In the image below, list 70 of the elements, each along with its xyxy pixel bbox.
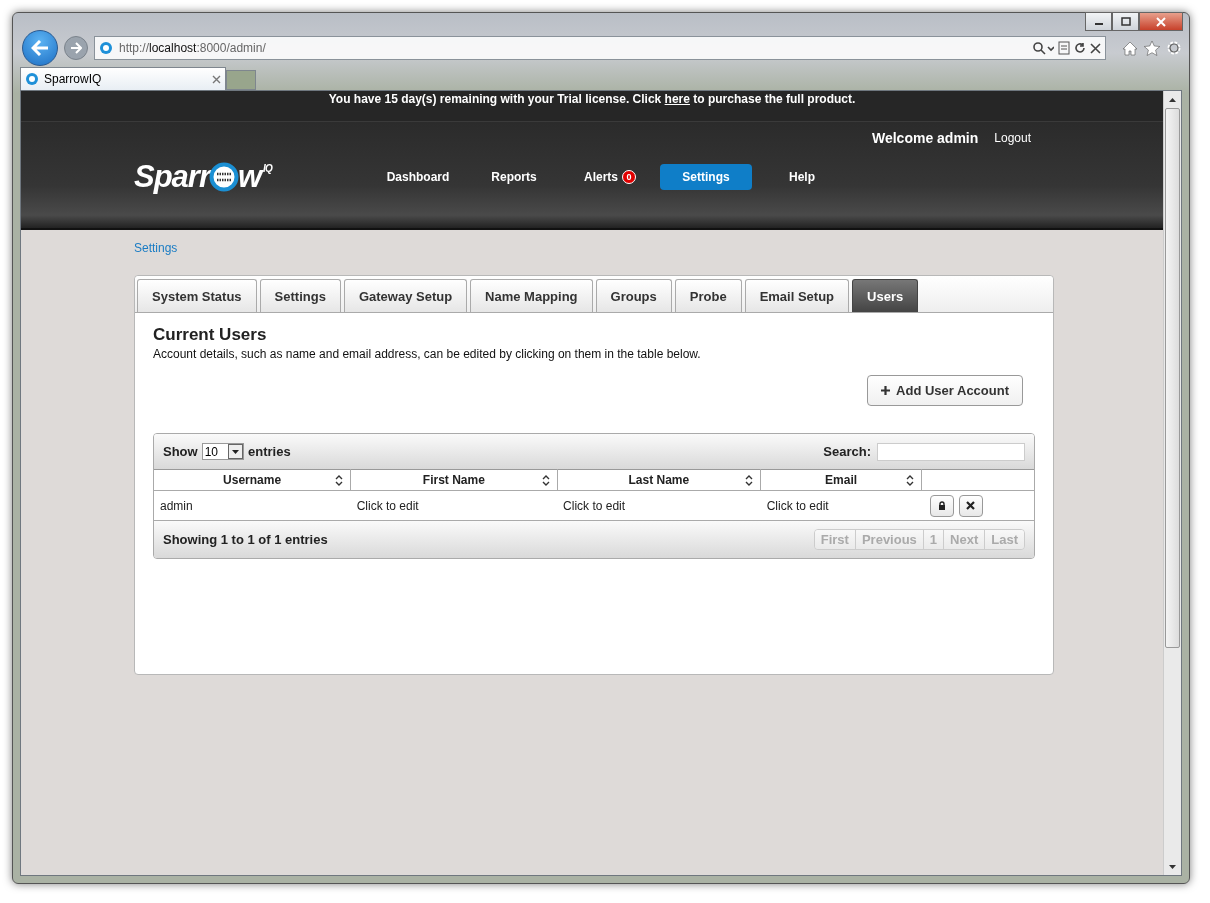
close-icon [966,501,975,510]
show-label: Show [163,444,198,459]
column-header[interactable]: First Name [350,469,558,491]
sort-icon [541,475,550,486]
forward-button[interactable] [64,36,88,60]
page-length-select[interactable]: 10 [201,443,245,460]
scrollbar[interactable] [1163,91,1181,875]
search-icon[interactable] [1032,41,1054,55]
star-icon[interactable] [1144,40,1160,56]
settings-tab[interactable]: Probe [674,279,742,312]
alert-count-badge: 0 [622,170,636,184]
site-icon [25,72,39,86]
settings-icon[interactable] [1166,40,1182,56]
logout-link[interactable]: Logout [994,131,1031,145]
scroll-up-icon[interactable] [1169,97,1176,102]
nav-link[interactable]: Help [756,164,848,190]
table-cell[interactable]: Click to edit [350,490,558,520]
settings-tab[interactable]: Settings [259,279,341,312]
nav-link[interactable]: Dashboard [372,164,464,190]
search-field[interactable] [877,442,1025,461]
settings-tab[interactable]: Gateway Setup [343,279,468,312]
maximize-button[interactable] [1112,12,1139,31]
browser-tab[interactable]: SparrowIQ [20,67,226,90]
scroll-down-icon[interactable] [1169,864,1176,869]
lock-icon [937,500,946,511]
delete-button[interactable] [958,494,983,517]
sort-icon [906,475,914,486]
welcome-text: Welcome admin [871,130,979,146]
nav-link[interactable]: Settings [660,164,752,190]
forward-arrow-icon [70,42,82,54]
section-title: Current Users [153,325,268,345]
sort-icon [745,475,754,486]
back-arrow-icon [31,40,49,56]
sort-icon [335,475,344,486]
close-button[interactable] [1139,12,1183,31]
address-bar[interactable]: http://localhost:8000/admin/ [94,36,1106,60]
nav-link[interactable]: Alerts 0 [564,164,656,190]
close-icon [1156,16,1166,27]
table-cell[interactable]: admin [154,490,351,520]
entries-label: entries [248,444,291,459]
table-info: Showing 1 to 1 of 1 entries [163,532,328,547]
table-cell[interactable]: Click to edit [557,490,761,520]
close-icon[interactable] [212,74,221,84]
back-button[interactable] [22,30,58,66]
maximize-icon [1120,17,1131,26]
search-label: Search: [823,444,871,459]
column-header[interactable]: Email [760,469,922,491]
logo: Sparr w$^{IQ}$ [134,159,274,195]
settings-tab[interactable]: Email Setup [744,279,850,312]
table-cell[interactable]: Click to edit [760,490,922,520]
lock-button[interactable] [929,494,954,517]
refresh-icon[interactable] [1074,42,1086,54]
nav-link[interactable]: Reports [468,164,560,190]
trial-message: You have 15 day(s) remaining with your Trial license. Click here to purchase the full product. [328,92,856,106]
minimize-button[interactable] [1085,12,1112,31]
settings-tab[interactable]: Name Mapping [470,279,593,312]
site-icon [99,41,113,55]
section-description: Account details, such as name and email address, can be edited by clicking on them in the table below. [153,347,702,361]
settings-tab[interactable]: System Status [137,279,257,312]
home-icon[interactable] [1122,40,1138,56]
column-header[interactable]: Username [154,469,351,491]
tab-title: SparrowIQ [44,72,103,86]
purchase-link[interactable]: here [664,92,690,106]
stop-icon[interactable] [1090,42,1101,54]
url-text: http://localhost:8000/admin/ [119,41,267,55]
settings-tab[interactable]: Groups [595,279,672,312]
add-user-button[interactable]: Add User Account [867,375,1023,406]
column-header[interactable]: Last Name [557,469,761,491]
plus-icon [881,386,891,395]
settings-tab[interactable]: Users [852,279,919,312]
